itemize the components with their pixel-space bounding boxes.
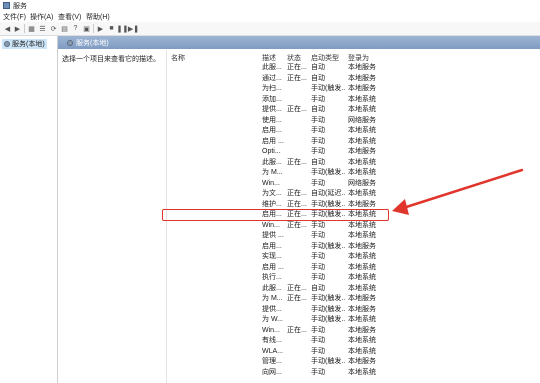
annotation-arrow bbox=[392, 168, 524, 215]
